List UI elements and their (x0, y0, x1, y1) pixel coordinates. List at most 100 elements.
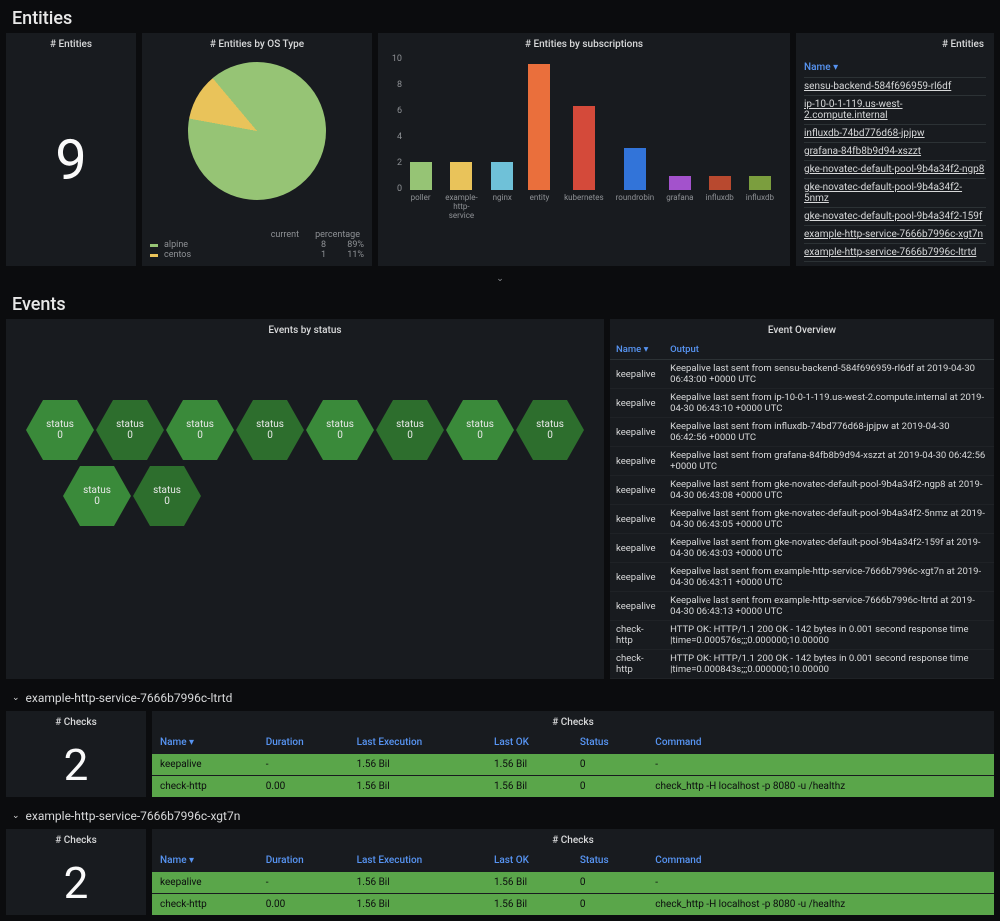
panel-pie-title: # Entities by OS Type (142, 33, 372, 54)
check-row[interactable]: check-http0.001.56 Bil1.56 Bil0check_htt… (152, 776, 994, 798)
event-row[interactable]: keepaliveKeepalive last sent from influx… (610, 418, 994, 447)
bar (709, 176, 731, 190)
entity-list-item[interactable]: gke-novatec-default-pool-9b4a34f2-5nmz (804, 179, 986, 208)
bar (450, 162, 472, 190)
bar-col[interactable]: roundrobin (616, 148, 655, 214)
legend-label: centos (164, 250, 296, 260)
bar-col[interactable]: influxdb (746, 176, 774, 214)
event-row[interactable]: keepaliveKeepalive last sent from gke-no… (610, 534, 994, 563)
chevron-down-icon: ⌄ (12, 693, 20, 703)
event-row[interactable]: check-httpHTTP OK: HTTP/1.1 200 OK - 142… (610, 621, 994, 650)
check-row[interactable]: check-http0.001.56 Bil1.56 Bil0check_htt… (152, 894, 994, 916)
entity-list-item[interactable]: ip-10-0-1-119.us-west-2.compute.internal (804, 96, 986, 125)
bar-label: roundrobin (616, 194, 655, 214)
event-col-name[interactable]: Name ▾ (610, 340, 664, 360)
event-row[interactable]: keepaliveKeepalive last sent from gke-no… (610, 476, 994, 505)
legend-label: alpine (164, 240, 296, 250)
bar-col[interactable]: example-http-service (445, 162, 477, 214)
entity-list-item[interactable]: sensu-backend-584f696959-rl6df (804, 78, 986, 96)
event-row[interactable]: keepaliveKeepalive last sent from exampl… (610, 592, 994, 621)
event-row[interactable]: keepaliveKeepalive last sent from grafan… (610, 447, 994, 476)
status-hex[interactable]: status0 (96, 400, 164, 460)
event-overview-table: Name ▾ Output keepaliveKeepalive last se… (610, 340, 994, 679)
status-hex[interactable]: status0 (376, 400, 444, 460)
bar-label: grafana (666, 194, 693, 214)
bar-chart[interactable]: 1086420 poller example-http-service ngin… (378, 54, 790, 214)
entity-list-item[interactable]: grafana-84fb8b9d94-xszzt (804, 143, 986, 161)
pie-legend: current percentage alpine 8 89% centos 1… (142, 230, 372, 266)
bar-label: influxdb (706, 194, 734, 214)
check-col-status[interactable]: Status (572, 850, 647, 872)
check-col-name[interactable]: Name ▾ (152, 850, 258, 872)
bar-col[interactable]: poller (408, 162, 433, 214)
check-col-lastexec[interactable]: Last Execution (349, 850, 486, 872)
check-col-command[interactable]: Command (647, 732, 994, 754)
bar-col[interactable]: grafana (666, 176, 693, 214)
panel-entity-list-title: # Entities (796, 33, 994, 54)
event-row[interactable]: keepaliveKeepalive last sent from sensu-… (610, 360, 994, 389)
status-hex[interactable]: status0 (236, 400, 304, 460)
pie-chart[interactable] (188, 62, 326, 200)
bar-col[interactable]: kubernetes (564, 106, 604, 214)
status-hex[interactable]: status0 (26, 400, 94, 460)
bar-label: entity (530, 194, 550, 214)
event-row[interactable]: keepaliveKeepalive last sent from exampl… (610, 563, 994, 592)
bar (669, 176, 691, 190)
legend-swatch (150, 244, 158, 247)
panel-bar-title: # Entities by subscriptions (378, 33, 790, 54)
row-collapse-icon[interactable]: ⌄ (0, 272, 1000, 286)
status-hex[interactable]: status0 (306, 400, 374, 460)
bar-label: example-http-service (445, 194, 477, 214)
status-hex[interactable]: status0 (446, 400, 514, 460)
event-row[interactable]: check-httpHTTP OK: HTTP/1.1 200 OK - 142… (610, 650, 994, 679)
chevron-down-icon: ⌄ (12, 811, 20, 821)
entity-list-item[interactable]: gke-novatec-default-pool-9b4a34f2-ngp8 (804, 161, 986, 179)
bar (491, 162, 513, 190)
checks-table: Name ▾ Duration Last Execution Last OK S… (152, 732, 994, 797)
check-row[interactable]: keepalive-1.56 Bil1.56 Bil0- (152, 754, 994, 776)
entity-list-item[interactable]: gke-novatec-default-pool-9b4a34f2-159f (804, 208, 986, 226)
legend-swatch (150, 254, 158, 257)
bar-label: poller (411, 194, 431, 214)
check-col-name[interactable]: Name ▾ (152, 732, 258, 754)
check-group-header[interactable]: ⌄ example-http-service-7666b7996c-ltrtd (0, 685, 1000, 711)
bar (624, 148, 646, 190)
check-col-lastexec[interactable]: Last Execution (349, 732, 486, 754)
bar-col[interactable]: nginx (490, 162, 515, 214)
checks-count-title: # Checks (6, 829, 146, 850)
event-row[interactable]: keepaliveKeepalive last sent from gke-no… (610, 505, 994, 534)
status-hex[interactable]: status0 (516, 400, 584, 460)
panel-events-status-title: Events by status (6, 319, 604, 340)
entity-list-item[interactable]: example-http-service-7666b7996c-ltrtd (804, 244, 986, 262)
event-row[interactable]: keepaliveKeepalive last sent from ip-10-… (610, 389, 994, 418)
checks-count-value: 2 (6, 732, 146, 797)
check-col-lastok[interactable]: Last OK (486, 732, 572, 754)
status-hex[interactable]: status0 (166, 400, 234, 460)
check-group-header[interactable]: ⌄ example-http-service-7666b7996c-xgt7n (0, 803, 1000, 829)
bar (573, 106, 595, 190)
bar-col[interactable]: entity (527, 64, 552, 214)
legend-row: alpine 8 89% (150, 240, 364, 250)
check-group-name: example-http-service-7666b7996c-ltrtd (26, 691, 233, 705)
entity-list-header[interactable]: Name ▾ (804, 58, 986, 78)
check-col-lastok[interactable]: Last OK (486, 850, 572, 872)
check-col-duration[interactable]: Duration (258, 732, 349, 754)
status-hex[interactable]: status0 (133, 466, 201, 526)
check-group-name: example-http-service-7666b7996c-xgt7n (26, 809, 241, 823)
sort-caret-icon: ▾ (833, 62, 838, 73)
event-col-output[interactable]: Output (664, 340, 994, 360)
entity-list-item[interactable]: example-http-service-7666b7996c-xgt7n (804, 226, 986, 244)
bar-col[interactable]: influxdb (706, 176, 734, 214)
check-col-duration[interactable]: Duration (258, 850, 349, 872)
check-col-status[interactable]: Status (572, 732, 647, 754)
bar (410, 162, 432, 190)
panel-event-overview-title: Event Overview (610, 319, 994, 340)
check-col-command[interactable]: Command (647, 850, 994, 872)
status-hex[interactable]: status0 (63, 466, 131, 526)
checks-table: Name ▾ Duration Last Execution Last OK S… (152, 850, 994, 915)
checks-table-title: # Checks (152, 711, 994, 732)
check-row[interactable]: keepalive-1.56 Bil1.56 Bil0- (152, 872, 994, 894)
legend-row: centos 1 11% (150, 250, 364, 260)
entity-list-item[interactable]: influxdb-74bd776d68-jpjpw (804, 125, 986, 143)
section-entities-title: Entities (0, 0, 1000, 33)
